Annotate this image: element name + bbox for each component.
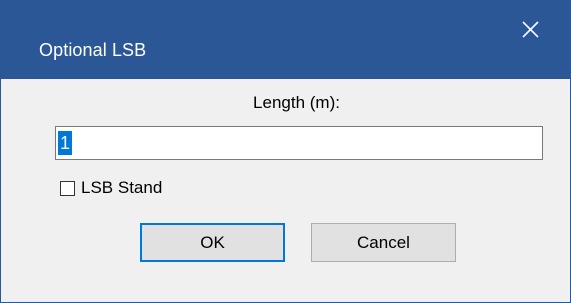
ok-button[interactable]: OK [140, 223, 285, 262]
close-button[interactable] [511, 13, 551, 47]
dialog-title: Optional LSB [39, 40, 147, 60]
ok-button-label: OK [200, 232, 225, 252]
close-icon [522, 21, 539, 38]
dialog-body: Length (m): 1 LSB Stand OK Cancel [1, 80, 570, 302]
length-input[interactable]: 1 [55, 126, 543, 160]
lsb-stand-checkbox[interactable] [60, 180, 75, 196]
lsb-stand-label: LSB Stand [81, 178, 163, 197]
title-bar[interactable]: Optional LSB [1, 1, 570, 79]
length-label: Length (m): [253, 93, 340, 112]
lsb-stand-option[interactable]: LSB Stand [60, 177, 162, 199]
optional-lsb-dialog: Optional LSB Length (m): 1 LSB Stand OK … [0, 0, 571, 303]
cancel-button[interactable]: Cancel [311, 223, 456, 262]
length-input-value: 1 [58, 131, 73, 155]
cancel-button-label: Cancel [357, 232, 410, 252]
